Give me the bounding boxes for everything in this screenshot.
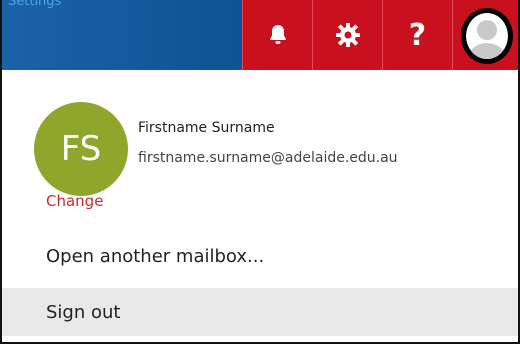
change-photo-link[interactable]: Change: [46, 192, 103, 210]
open-another-mailbox-item[interactable]: Open another mailbox...: [2, 232, 518, 280]
profile-initials-avatar[interactable]: FS: [34, 102, 128, 196]
avatar-icon: [461, 8, 513, 64]
bell-icon: [269, 25, 286, 44]
notifications-button[interactable]: [242, 0, 312, 70]
profile-email: firstname.surname@adelaide.edu.au: [138, 150, 398, 166]
gear-icon: [335, 23, 360, 47]
settings-button[interactable]: [312, 0, 382, 70]
sign-out-item[interactable]: Sign out: [2, 288, 518, 336]
account-dropdown-panel: Settings ? FS Change Firstname Surname f…: [0, 0, 520, 344]
top-navigation-bar: Settings ?: [2, 0, 518, 70]
top-link[interactable]: Settings: [8, 0, 61, 9]
account-avatar-button[interactable]: [452, 0, 518, 70]
profile-section: FS Change Firstname Surname firstname.su…: [2, 70, 518, 214]
help-icon: ?: [408, 17, 427, 53]
help-button[interactable]: ?: [382, 0, 452, 70]
profile-name: Firstname Surname: [138, 120, 275, 136]
